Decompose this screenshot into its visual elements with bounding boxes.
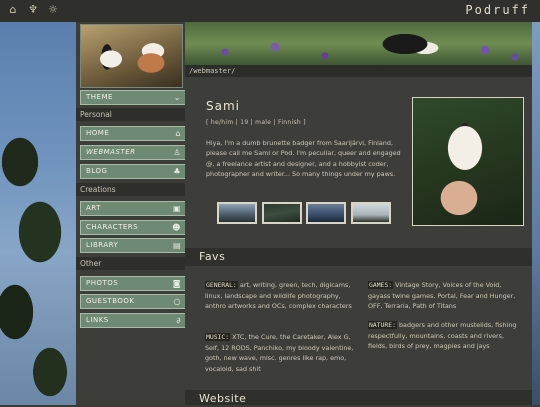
nav-art[interactable]: ART ▣ bbox=[80, 201, 186, 216]
gallery-thumb-2[interactable] bbox=[262, 202, 302, 224]
nav-photos[interactable]: PHOTOS ◙ bbox=[80, 276, 186, 291]
favs-heading: Favs bbox=[185, 248, 532, 266]
nav-blog[interactable]: BLOG ♣ bbox=[80, 164, 186, 179]
nav-label: GUESTBOOK bbox=[86, 297, 135, 305]
profile-photo bbox=[412, 97, 524, 226]
header-banner-image bbox=[185, 22, 532, 65]
profile-name: Sami bbox=[206, 99, 240, 113]
fav-nature: NATURE: badgers and other mustelids, fis… bbox=[368, 320, 523, 352]
nav-webmaster[interactable]: WEBMASTER ♙ bbox=[80, 145, 186, 160]
gallery-thumb-4[interactable] bbox=[351, 202, 391, 224]
fav-music: MUSIC: XTC, the Cure, the Caretaker, Ale… bbox=[205, 332, 356, 374]
fav-games-tag: GAMES: bbox=[368, 281, 394, 289]
people-icon: ☻ bbox=[172, 223, 181, 232]
nav-characters[interactable]: CHARACTERS ☻ bbox=[80, 220, 186, 235]
profile-meta: [ he/him | 19 | male | Finnish ] bbox=[206, 119, 306, 126]
image-icon: ▣ bbox=[172, 204, 181, 213]
camera-icon: ◙ bbox=[172, 279, 181, 288]
background-forest bbox=[0, 22, 76, 405]
nav-label: LINKS bbox=[86, 316, 109, 324]
fav-general-tag: GENERAL: bbox=[205, 281, 238, 289]
nav-home[interactable]: HOME ⌂ bbox=[80, 126, 186, 141]
nav-guestbook[interactable]: GUESTBOOK ○ bbox=[80, 294, 186, 309]
fav-games: GAMES: Vintage Story, Voices of the Void… bbox=[368, 280, 523, 312]
theme-select[interactable]: THEME ⌄ bbox=[80, 90, 186, 105]
gallery-thumb-3[interactable] bbox=[306, 202, 346, 224]
section-personal: Personal bbox=[76, 108, 189, 121]
book-icon: ▤ bbox=[172, 241, 181, 250]
nav-label: HOME bbox=[86, 129, 110, 137]
avatar-badgers-image bbox=[80, 24, 183, 88]
nav-label: ART bbox=[86, 204, 101, 212]
site-brand[interactable]: Podruff bbox=[465, 3, 530, 17]
website-heading: Website bbox=[185, 390, 532, 405]
chevron-down-icon: ⌄ bbox=[173, 93, 181, 102]
plant-icon: ♣ bbox=[173, 167, 181, 176]
house-icon: ⌂ bbox=[175, 129, 181, 138]
section-creations: Creations bbox=[76, 183, 189, 196]
paperclip-icon: ∂ bbox=[176, 316, 181, 325]
nav-library[interactable]: LIBRARY ▤ bbox=[80, 238, 186, 253]
page-path: /webmaster/ bbox=[185, 65, 532, 77]
tooth-icon[interactable]: ♆ bbox=[26, 3, 40, 17]
fav-nature-tag: NATURE: bbox=[368, 321, 397, 329]
nav-label: LIBRARY bbox=[86, 241, 119, 249]
sun-icon[interactable]: ☼ bbox=[46, 3, 60, 17]
nav-label: PHOTOS bbox=[86, 279, 119, 287]
nav-label: BLOG bbox=[86, 167, 108, 175]
home-icon[interactable]: ⌂ bbox=[6, 3, 20, 17]
theme-label: THEME bbox=[86, 93, 113, 101]
chat-icon: ○ bbox=[173, 297, 181, 306]
profile-bio: Hiya, I'm a dumb brunette badger from Sa… bbox=[206, 139, 401, 179]
nav-links[interactable]: LINKS ∂ bbox=[80, 313, 186, 328]
top-bar: ⌂ ♆ ☼ Podruff bbox=[0, 0, 540, 22]
nav-label: CHARACTERS bbox=[86, 223, 139, 231]
fav-general: GENERAL: art, writing, green, tech, digi… bbox=[205, 280, 356, 312]
person-icon: ♙ bbox=[173, 148, 181, 157]
section-other: Other bbox=[76, 257, 189, 270]
background-sky-edge bbox=[532, 22, 540, 405]
fav-music-tag: MUSIC: bbox=[205, 333, 231, 341]
nav-label: WEBMASTER bbox=[86, 148, 136, 156]
gallery-thumb-1[interactable] bbox=[217, 202, 257, 224]
